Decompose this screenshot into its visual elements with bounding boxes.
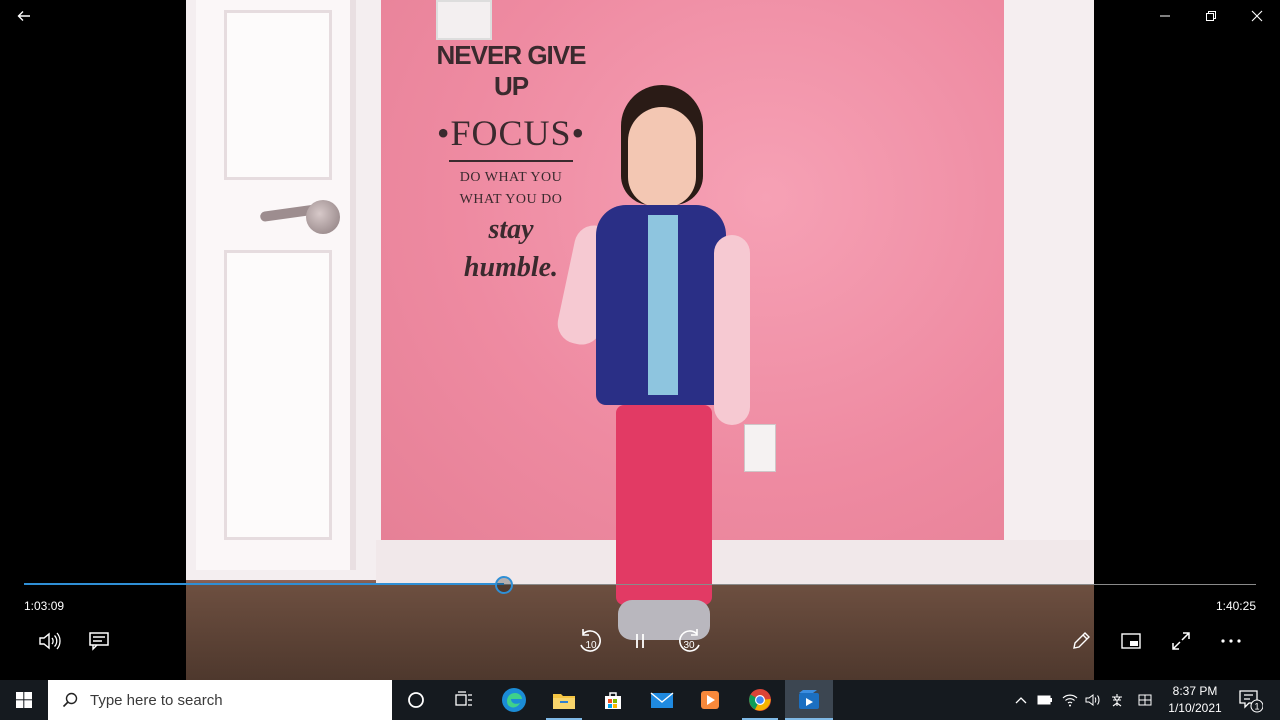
task-view-icon — [455, 691, 472, 706]
pause-icon — [636, 634, 644, 648]
mini-view-icon — [1121, 633, 1141, 649]
minimize-button[interactable] — [1142, 0, 1188, 32]
back-arrow-icon — [17, 11, 30, 21]
media-player-app[interactable] — [686, 680, 734, 720]
movies-tv-icon — [799, 690, 819, 709]
battery-icon — [1037, 695, 1052, 705]
skip-back-10-icon: 10 — [580, 629, 601, 652]
door-panel-bottom — [224, 250, 332, 540]
wifi-button[interactable] — [1058, 680, 1082, 720]
mail-app[interactable] — [638, 680, 686, 720]
file-explorer-icon — [553, 694, 575, 709]
chrome-app[interactable] — [736, 680, 784, 720]
total-time: 1:40:25 — [1215, 599, 1256, 613]
ime-icon — [1112, 694, 1122, 707]
skip-forward-30-icon: 30 — [679, 629, 700, 652]
media-player-icon — [701, 691, 719, 709]
input-method-button[interactable] — [1106, 680, 1128, 720]
edge-app[interactable] — [490, 680, 538, 720]
seek-bar-thumb[interactable] — [495, 576, 513, 594]
file-explorer-app[interactable] — [540, 680, 588, 720]
child-right-sleeve — [714, 235, 750, 425]
mail-icon — [650, 692, 674, 708]
pencil-icon — [1073, 632, 1090, 649]
speaker-icon — [1085, 694, 1100, 706]
more-icon — [1221, 639, 1241, 643]
movies-tv-app[interactable] — [785, 680, 833, 720]
decal-rule — [449, 160, 573, 162]
light-switch — [436, 0, 492, 40]
pause-button[interactable] — [625, 626, 655, 656]
keyboard-layout-button[interactable] — [1134, 680, 1156, 720]
clock-time: 8:37 PM — [1172, 684, 1218, 698]
window-controls — [1142, 0, 1280, 32]
wall-trim — [1004, 0, 1094, 600]
taskbar-search[interactable]: Type here to search — [48, 680, 392, 720]
cortana-button[interactable] — [392, 680, 440, 720]
notification-icon: 1 — [1239, 690, 1263, 713]
start-button[interactable] — [0, 680, 48, 720]
restore-button[interactable] — [1188, 0, 1234, 32]
volume-icon — [39, 632, 61, 650]
edge-icon — [502, 688, 526, 712]
chrome-icon — [749, 689, 771, 711]
child-pants — [616, 405, 712, 605]
minimize-icon — [1160, 15, 1170, 17]
chevron-up-icon — [1015, 697, 1027, 704]
skip-forward-label: 30 — [683, 640, 695, 651]
taskbar-clock[interactable]: 8:37 PM 1/10/2021 — [1164, 683, 1226, 717]
current-time: 1:03:09 — [24, 599, 65, 613]
close-button[interactable] — [1234, 0, 1280, 32]
search-icon — [62, 692, 78, 708]
skip-back-label: 10 — [585, 640, 597, 651]
store-app[interactable] — [589, 680, 637, 720]
fullscreen-button[interactable] — [1166, 626, 1196, 656]
store-icon — [605, 692, 621, 709]
battery-button[interactable] — [1034, 680, 1056, 720]
door-frame — [186, 0, 381, 580]
edit-button[interactable] — [1066, 626, 1096, 656]
volume-button[interactable] — [34, 626, 64, 656]
door — [196, 0, 356, 570]
notification-count: 1 — [1254, 702, 1259, 712]
show-hidden-icons[interactable] — [1010, 680, 1032, 720]
windows-logo-icon — [16, 692, 32, 708]
restore-icon — [1206, 11, 1216, 21]
skip-forward-button[interactable]: 30 — [675, 626, 705, 656]
search-placeholder: Type here to search — [90, 691, 223, 709]
subtitles-button[interactable] — [84, 626, 114, 656]
keyboard-icon — [1138, 694, 1152, 706]
taskbar: Type here to search 8:37 PM 1/10/2021 1 — [0, 680, 1280, 720]
more-options-button[interactable] — [1216, 626, 1246, 656]
clock-date: 1/10/2021 — [1168, 701, 1222, 715]
door-panel-top — [224, 10, 332, 180]
mini-view-button[interactable] — [1116, 626, 1146, 656]
seek-bar-progress — [24, 583, 504, 585]
back-button[interactable] — [8, 4, 40, 28]
video-frame[interactable]: NEVER GIVE UP •FOCUS• DO WHAT YOU WHAT Y… — [186, 0, 1094, 680]
seek-bar[interactable] — [24, 576, 1256, 594]
task-view-button[interactable] — [440, 680, 488, 720]
cortana-icon — [408, 692, 424, 708]
subtitles-icon — [89, 632, 109, 651]
close-icon — [1251, 10, 1263, 22]
fullscreen-icon — [1172, 632, 1190, 650]
door-handle — [306, 200, 340, 234]
child-shirt — [648, 215, 678, 395]
skip-back-button[interactable]: 10 — [575, 626, 605, 656]
child-face — [628, 107, 696, 207]
wifi-icon — [1062, 694, 1078, 707]
action-center-button[interactable]: 1 — [1232, 680, 1268, 720]
child-figure — [554, 85, 756, 645]
volume-tray-button[interactable] — [1082, 680, 1104, 720]
